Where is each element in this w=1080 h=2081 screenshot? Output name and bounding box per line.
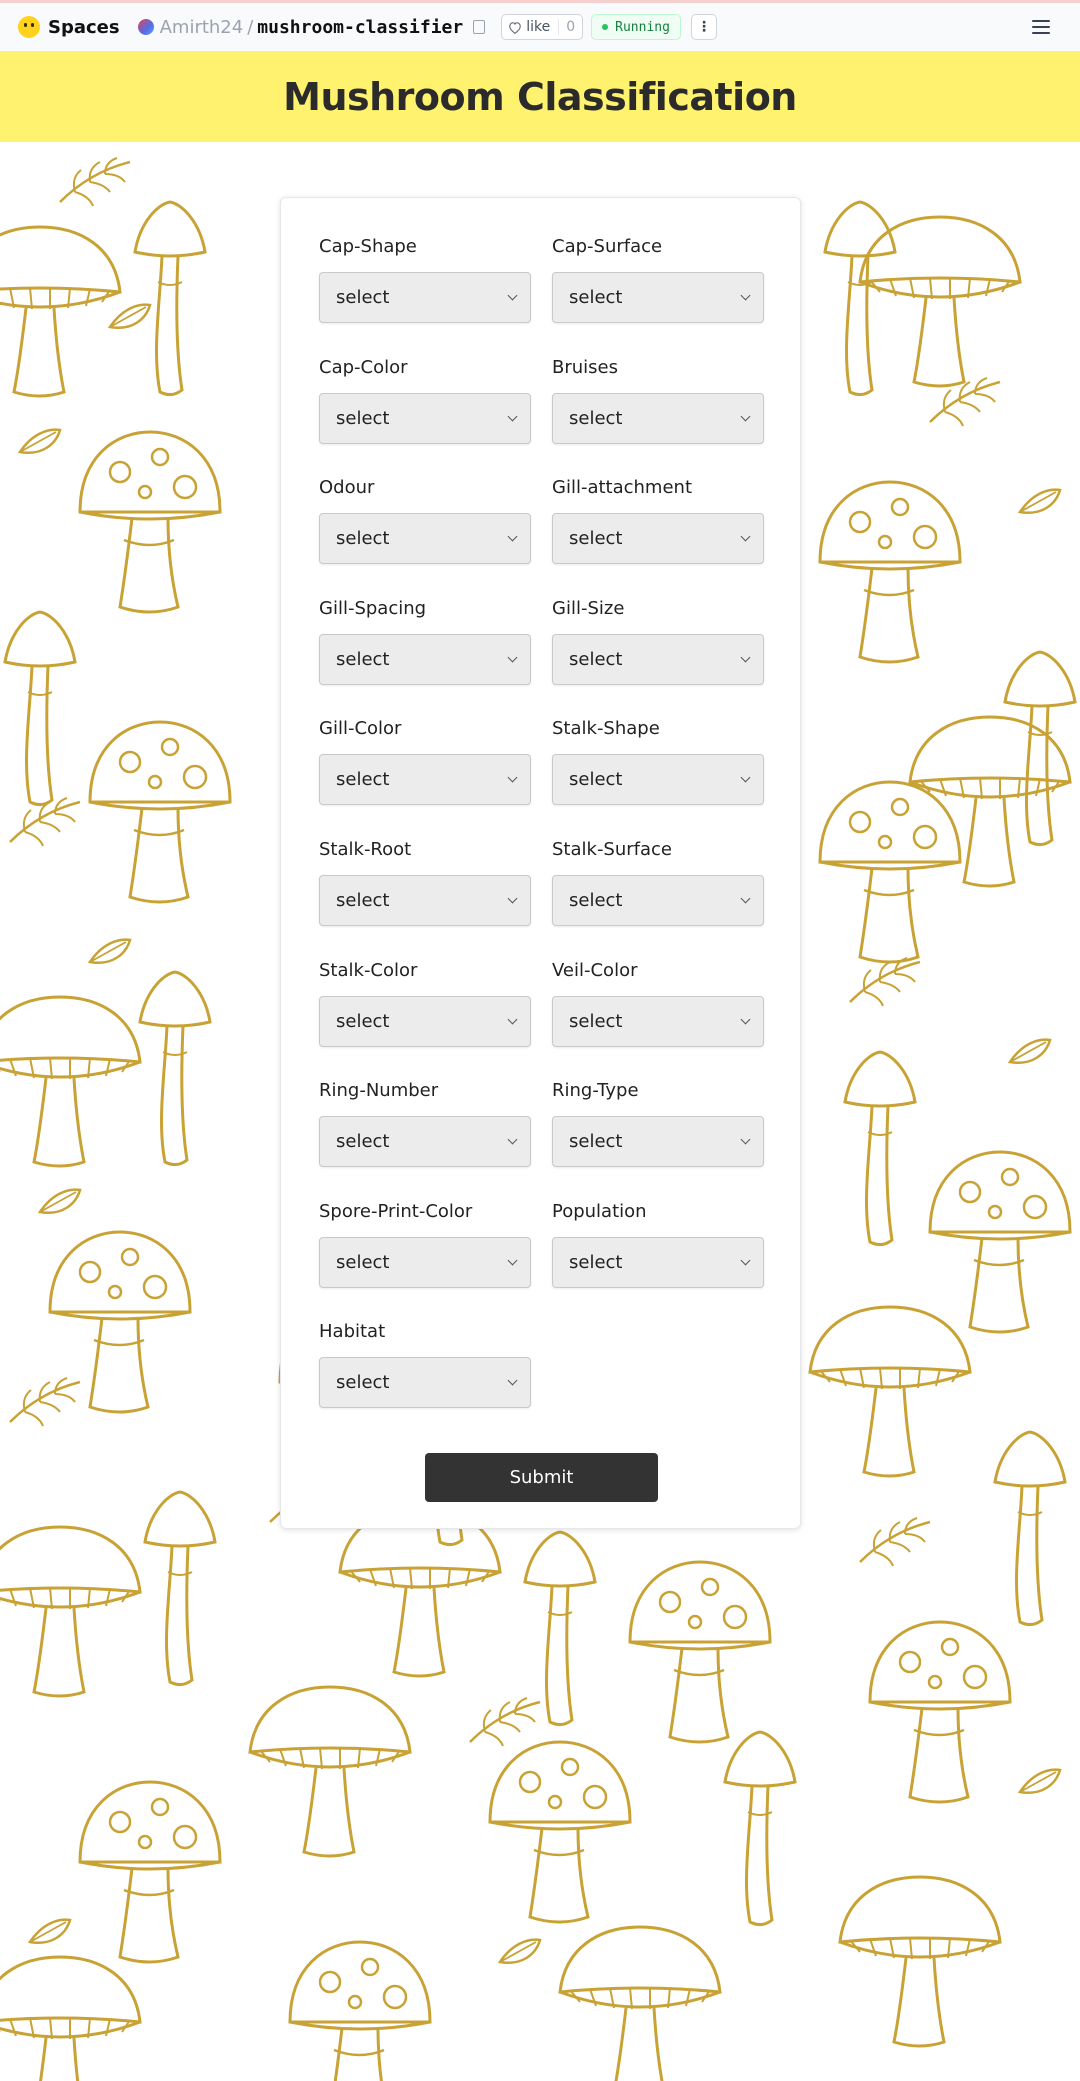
submit-button[interactable]: Submit [425,1453,658,1502]
field-gill-size: Gill-Size select [552,598,764,685]
field-cap-color: Cap-Color select [319,357,531,444]
page-title: Mushroom Classification [283,75,797,119]
field-odour: Odour select [319,477,531,564]
gill-size-select[interactable]: select [552,634,764,685]
owner-avatar[interactable] [137,19,154,35]
like-label: like [526,19,551,35]
field-veil-color: Veil-Color select [552,960,764,1047]
field-label: Cap-Surface [552,236,663,257]
field-label: Ring-Number [319,1080,439,1101]
owner-link[interactable]: Amirth24 [160,17,244,38]
field-label: Gill-Size [552,598,625,619]
field-label: Odour [319,477,375,498]
odour-select[interactable]: select [319,513,531,564]
field-label: Cap-Color [319,357,408,378]
gill-attachment-select[interactable]: select [552,513,764,564]
field-label: Habitat [319,1321,386,1342]
field-label: Stalk-Shape [552,718,660,739]
field-label: Spore-Print-Color [319,1201,473,1222]
field-gill-color: Gill-Color select [319,718,531,805]
classification-form-card: Cap-Shape select Cap-Surface select Cap-… [280,197,801,1529]
field-stalk-root: Stalk-Root select [319,839,531,926]
chevron-down-icon [740,1255,751,1266]
field-label: Stalk-Root [319,839,412,860]
spaces-link[interactable]: Spaces [48,17,120,38]
chevron-down-icon [740,893,751,904]
field-cap-shape: Cap-Shape select [319,236,531,323]
stalk-color-select[interactable]: select [319,996,531,1047]
chevron-down-icon [507,893,518,904]
stalk-shape-select[interactable]: select [552,754,764,805]
chevron-down-icon [740,411,751,422]
hugging-face-logo-icon[interactable] [18,16,40,38]
field-cap-surface: Cap-Surface select [552,236,764,323]
chevron-down-icon [740,1014,751,1025]
field-label: Gill-Color [319,718,402,739]
like-count: 0 [558,19,582,35]
chevron-down-icon [507,1134,518,1145]
more-options-button[interactable]: ⋮ [690,14,717,40]
field-habitat: Habitat select [319,1321,531,1408]
field-label: Stalk-Surface [552,839,673,860]
status-label: Running [615,19,670,35]
stalk-root-select[interactable]: select [319,875,531,926]
gill-color-select[interactable]: select [319,754,531,805]
chevron-down-icon [740,772,751,783]
field-gill-attachment: Gill-attachment select [552,477,764,564]
spore-print-color-select[interactable]: select [319,1237,531,1288]
cap-surface-select[interactable]: select [552,272,764,323]
ring-number-select[interactable]: select [319,1116,531,1167]
spaces-topbar: Spaces Amirth24 / mushroom-classifier li… [0,0,1080,52]
chevron-down-icon [507,411,518,422]
chevron-down-icon [740,652,751,663]
field-label: Veil-Color [552,960,638,981]
chevron-down-icon [507,1375,518,1386]
chevron-down-icon [507,531,518,542]
field-ring-type: Ring-Type select [552,1080,764,1167]
repo-name-link[interactable]: mushroom-classifier [257,17,463,38]
veil-color-select[interactable]: select [552,996,764,1047]
field-label: Ring-Type [552,1080,639,1101]
population-select[interactable]: select [552,1237,764,1288]
field-gill-spacing: Gill-Spacing select [319,598,531,685]
field-label: Stalk-Color [319,960,418,981]
chevron-down-icon [507,1255,518,1266]
field-population: Population select [552,1201,764,1288]
chevron-down-icon [740,531,751,542]
field-label: Gill-attachment [552,477,693,498]
field-stalk-shape: Stalk-Shape select [552,718,764,805]
copy-icon[interactable] [473,20,486,34]
field-label: Gill-Spacing [319,598,427,619]
status-badge[interactable]: Running [591,14,681,40]
bruises-select[interactable]: select [552,393,764,444]
cap-shape-select[interactable]: select [319,272,531,323]
chevron-down-icon [507,772,518,783]
stalk-surface-select[interactable]: select [552,875,764,926]
field-label: Population [552,1201,647,1222]
field-ring-number: Ring-Number select [319,1080,531,1167]
chevron-down-icon [740,1134,751,1145]
header-band: Mushroom Classification [0,52,1080,142]
field-stalk-color: Stalk-Color select [319,960,531,1047]
hamburger-menu-icon[interactable] [1032,20,1050,34]
chevron-down-icon [507,652,518,663]
field-label: Cap-Shape [319,236,417,257]
field-label: Bruises [552,357,618,378]
gill-spacing-select[interactable]: select [319,634,531,685]
heart-icon [509,21,522,34]
chevron-down-icon [507,290,518,301]
like-button[interactable]: like 0 [501,14,584,40]
path-separator: / [247,16,254,38]
field-bruises: Bruises select [552,357,764,444]
chevron-down-icon [740,290,751,301]
field-spore-print-color: Spore-Print-Color select [319,1201,531,1288]
status-dot-icon [602,24,609,30]
cap-color-select[interactable]: select [319,393,531,444]
chevron-down-icon [507,1014,518,1025]
habitat-select[interactable]: select [319,1357,531,1408]
ring-type-select[interactable]: select [552,1116,764,1167]
field-stalk-surface: Stalk-Surface select [552,839,764,926]
